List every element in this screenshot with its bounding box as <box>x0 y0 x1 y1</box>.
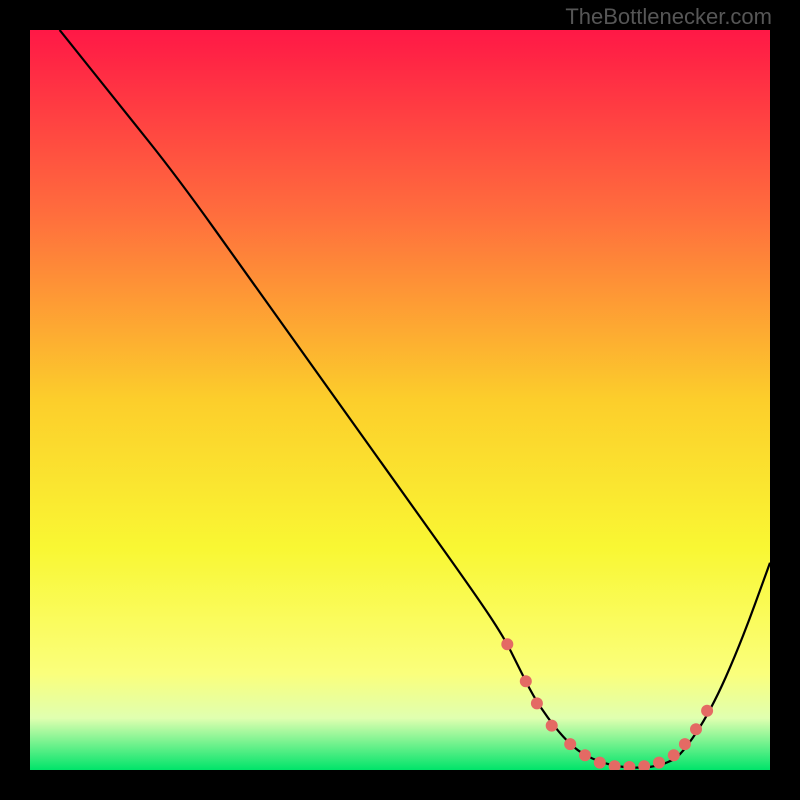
marker-point <box>564 738 576 750</box>
marker-point <box>668 749 680 761</box>
marker-point <box>579 749 591 761</box>
marker-point <box>701 705 713 717</box>
marker-point <box>594 757 606 769</box>
marker-point <box>546 720 558 732</box>
marker-point <box>653 757 665 769</box>
chart-container: TheBottlenecker.com <box>0 0 800 800</box>
watermark-text: TheBottlenecker.com <box>565 4 772 30</box>
marker-point <box>679 738 691 750</box>
marker-point <box>690 723 702 735</box>
marker-point <box>501 638 513 650</box>
plot-area <box>30 30 770 770</box>
marker-point <box>531 697 543 709</box>
marker-point <box>520 675 532 687</box>
gradient-background <box>30 30 770 770</box>
